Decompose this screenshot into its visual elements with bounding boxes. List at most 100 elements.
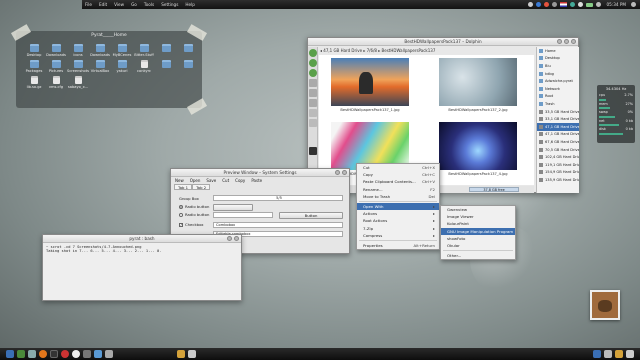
- places-item[interactable]: 135,9 GB Hard Drive: [537, 176, 579, 184]
- menu-cut[interactable]: Cut: [222, 178, 229, 183]
- forward-icon[interactable]: [309, 59, 317, 67]
- tray-icon[interactable]: [528, 2, 534, 7]
- close-button[interactable]: [571, 39, 576, 44]
- checkbox-icon[interactable]: ✓: [179, 222, 183, 227]
- checkbox-row[interactable]: ✓ Checkbox: [179, 222, 204, 227]
- desktop-item[interactable]: Packages: [24, 60, 44, 73]
- places-item[interactable]: Adwaiche.pyrat: [537, 77, 579, 85]
- submenu-item[interactable]: Other...: [441, 252, 515, 259]
- places-item[interactable]: kdbg: [537, 70, 579, 78]
- combobox[interactable]: Combobox: [213, 222, 343, 228]
- submenu-item[interactable]: Image Viewer: [441, 213, 515, 220]
- split-icon[interactable]: [309, 119, 317, 127]
- context-menu-item[interactable]: Actions ▸: [357, 210, 439, 217]
- tray-icon[interactable]: [544, 2, 550, 7]
- thumbnail-fireworks[interactable]: [439, 122, 517, 170]
- places-item[interactable]: Desktop: [537, 55, 579, 63]
- radio-icon[interactable]: [179, 212, 183, 217]
- desktop-item[interactable]: Downloads: [46, 44, 66, 57]
- places-item[interactable]: 154,9 GB Hard Drive: [537, 169, 579, 177]
- maximize-button[interactable]: [564, 39, 569, 44]
- radio-row-1[interactable]: Radio button: [179, 204, 209, 209]
- desktop-item[interactable]: yakuri: [112, 60, 132, 73]
- context-menu-item[interactable]: Open With ▸: [357, 202, 439, 211]
- menu-copy[interactable]: Copy: [235, 178, 245, 183]
- desktop-item[interactable]: conkyrc: [134, 60, 154, 73]
- thumbnail-wolf[interactable]: [331, 58, 409, 106]
- menu-edit[interactable]: Edit: [99, 2, 107, 7]
- context-menu-item[interactable]: Cut Ctrl+X: [357, 164, 439, 171]
- menu-save[interactable]: Save: [206, 178, 216, 183]
- menu-paste[interactable]: Paste: [251, 178, 262, 183]
- places-item[interactable]: 47,1 GB Hard Drive: [537, 131, 579, 139]
- submenu-item[interactable]: GNU Image Manipulation Program: [441, 227, 515, 235]
- details-view-icon[interactable]: [309, 89, 317, 97]
- up-icon[interactable]: [309, 69, 317, 77]
- settings-icon[interactable]: [83, 350, 91, 358]
- chat-icon[interactable]: [61, 350, 69, 358]
- desktop-item[interactable]: [156, 44, 176, 57]
- desktop-item[interactable]: lib.so.gz: [24, 76, 44, 89]
- tray-icon[interactable]: [578, 2, 584, 7]
- desktop-item[interactable]: icons: [68, 44, 88, 57]
- places-item[interactable]: Biu: [537, 62, 579, 70]
- desktop-item[interactable]: MyBCenes: [112, 44, 132, 57]
- volume-icon[interactable]: [596, 2, 602, 7]
- minimize-button[interactable]: [335, 170, 340, 175]
- tray-icon[interactable]: [615, 350, 623, 358]
- preview-small-button[interactable]: [213, 204, 253, 211]
- context-menu-item[interactable]: Move to Trash Del: [357, 193, 439, 200]
- context-menu-item[interactable]: Compress ▸: [357, 232, 439, 239]
- context-menu-item[interactable]: Copy Ctrl+C: [357, 171, 439, 178]
- places-item[interactable]: 33,5 GB Hard Drive: [537, 108, 579, 116]
- firefox-icon[interactable]: [39, 350, 47, 358]
- places-item[interactable]: Trash: [537, 100, 579, 108]
- context-menu-item[interactable]: Paste Clipboard Contents... Ctrl+V: [357, 178, 439, 185]
- menu-go[interactable]: Go: [131, 2, 137, 7]
- spin-field[interactable]: 5/5: [213, 195, 343, 201]
- tray-icon[interactable]: [552, 2, 558, 7]
- desktop-item[interactable]: vms.cfg: [46, 76, 66, 89]
- menu-file[interactable]: File: [85, 2, 92, 7]
- menu-tools[interactable]: Tools: [144, 2, 154, 7]
- desktop-item[interactable]: VirtualBox: [90, 60, 110, 73]
- terminal-icon[interactable]: [309, 147, 317, 155]
- submenu-item[interactable]: Gwenview: [441, 206, 515, 213]
- media-player-icon[interactable]: [72, 350, 80, 358]
- places-item[interactable]: Root: [537, 93, 579, 101]
- tray-icon[interactable]: [604, 350, 612, 358]
- places-item[interactable]: Network: [537, 85, 579, 93]
- folder-icon[interactable]: [17, 350, 25, 358]
- tools-icon[interactable]: [177, 350, 185, 358]
- flag-icon[interactable]: [560, 2, 568, 7]
- places-item[interactable]: Home: [537, 47, 579, 55]
- desktop-item[interactable]: Bitter-Stuff: [134, 44, 154, 57]
- launcher-icon[interactable]: [6, 350, 14, 358]
- picture-frame-widget[interactable]: [590, 290, 620, 320]
- columns-view-icon[interactable]: [309, 99, 317, 107]
- slider-field[interactable]: [213, 212, 273, 218]
- submenu-item[interactable]: Okular: [441, 242, 515, 249]
- thumbnail-raindrops[interactable]: [439, 58, 517, 106]
- desktop-item[interactable]: Screenshots: [67, 60, 89, 73]
- close-button[interactable]: [234, 236, 239, 241]
- minimize-button[interactable]: [227, 236, 232, 241]
- submenu-item[interactable]: KolourPaint: [441, 220, 515, 227]
- window-titlebar[interactable]: pyrat : bash: [43, 235, 241, 243]
- menu-help[interactable]: Help: [185, 2, 195, 7]
- window-titlebar[interactable]: BestHDWallpapersPack137 – Dolphin: [308, 38, 578, 46]
- desktop-item[interactable]: sabayo_x...: [68, 76, 88, 89]
- places-item[interactable]: 33,1 GB Hard Drive: [537, 115, 579, 123]
- desktop-item[interactable]: Pictures: [46, 60, 66, 73]
- desktop-item[interactable]: Downloads: [90, 44, 110, 57]
- tray-icon[interactable]: [570, 2, 576, 7]
- context-menu-item[interactable]: Properties Alt+Return: [357, 242, 439, 249]
- radio-icon[interactable]: [179, 204, 183, 209]
- places-item[interactable]: 67,6 GB Hard Drive: [537, 138, 579, 146]
- power-icon[interactable]: [631, 2, 636, 7]
- places-item[interactable]: 47,1 GB Hard Drive: [537, 122, 579, 131]
- battery-icon[interactable]: [586, 2, 594, 7]
- tab-1[interactable]: Tab 1: [174, 184, 193, 190]
- radio-row-2[interactable]: Radio button: [179, 212, 209, 217]
- preview-icon[interactable]: [309, 109, 317, 117]
